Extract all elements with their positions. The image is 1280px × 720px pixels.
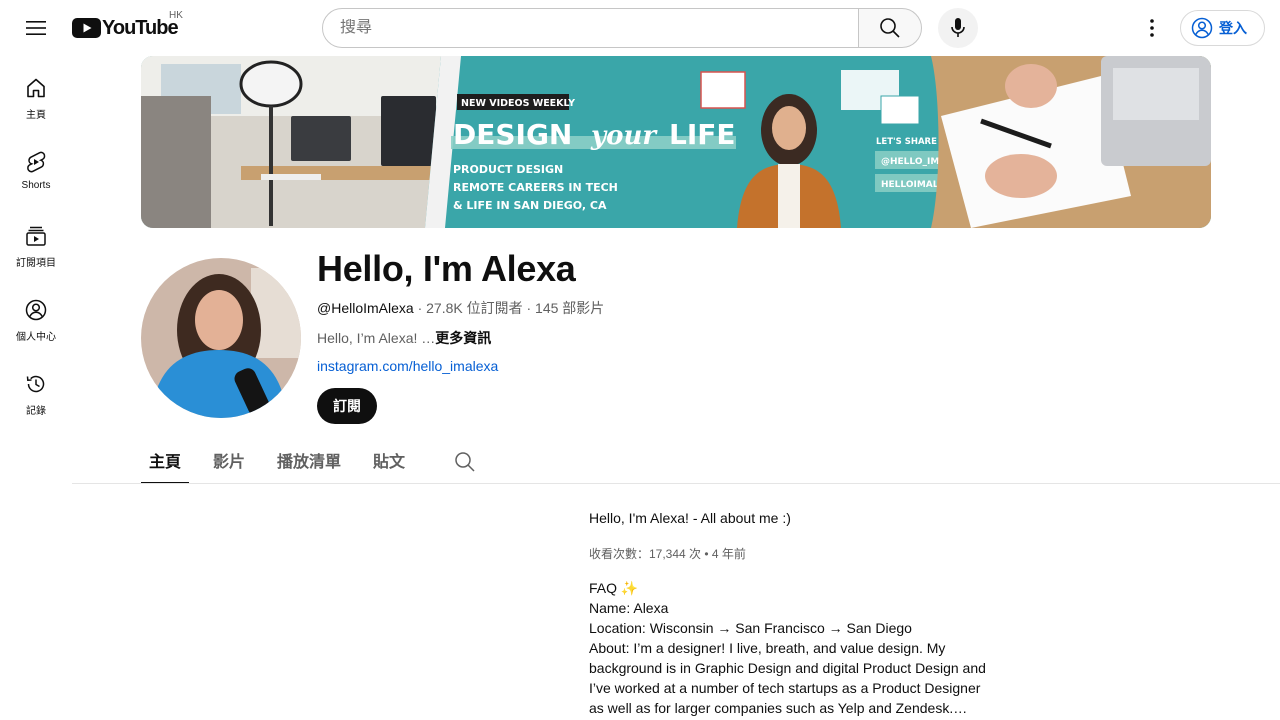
sign-in-label: 登入 [1219,20,1247,36]
banner-tag: NEW VIDEOS WEEKLY [461,98,575,109]
channel-external-link[interactable]: instagram.com/hello_imalexa [317,358,498,374]
featured-video-description[interactable]: FAQ ✨ Name: Alexa Location: Wisconsin → … [589,578,989,718]
description-line: About: I’m a designer! I live, breath, a… [589,640,946,656]
sidebar-item-history[interactable]: 記錄 [4,352,68,426]
channel-tabs: 主頁 影片 播放清單 貼文 [141,436,429,484]
youtube-logo[interactable]: YouTube HK [72,10,183,40]
sidebar-item-label: 記錄 [26,406,46,417]
subscriptions-icon [26,226,46,246]
channel-handle: @HelloImAlexa [317,300,414,316]
shorts-icon [27,151,46,173]
tab-playlists[interactable]: 播放清單 [269,436,349,484]
hamburger-icon [26,21,46,35]
region-code: HK [169,10,183,21]
search-icon [880,18,900,38]
microphone-icon [951,18,965,37]
banner-headline-design: DESIGN [453,118,572,151]
more-info-link[interactable]: 更多資訊 [435,330,491,346]
description-line: FAQ ✨ [589,580,639,596]
settings-more-button[interactable] [1132,8,1172,48]
channel-name: Hello, I'm Alexa [317,248,576,289]
sidebar-item-shorts[interactable]: Shorts [4,130,68,204]
search-button[interactable] [858,8,922,48]
sidebar-item-label: 訂閱項目 [16,258,56,269]
banner-line-2: REMOTE CAREERS IN TECH [453,181,618,194]
banner-line-3: & LIFE IN SAN DIEGO, CA [453,199,607,212]
channel-description[interactable]: Hello, I’m Alexa! …更多資訊 [317,328,491,348]
sidebar-item-subscriptions[interactable]: 訂閱項目 [4,204,68,278]
description-line: Name: Alexa [589,600,669,616]
sidebar-item-you[interactable]: 個人中心 [4,278,68,352]
channel-description-text: Hello, I’m Alexa! … [317,330,436,346]
sign-in-button[interactable]: 登入 [1180,10,1265,46]
banner-art: NEW VIDEOS WEEKLY DESIGN your LIFE PRODU… [141,56,1211,228]
tab-videos[interactable]: 影片 [205,436,253,484]
description-line: background is in Graphic Design and digi… [589,660,986,676]
search-box[interactable] [322,8,859,48]
logo-wordmark: YouTube [102,16,179,39]
youtube-play-icon [72,18,101,38]
guide-menu-button[interactable] [16,8,56,48]
search-input[interactable] [340,19,858,37]
banner-headline-your: your [590,121,658,151]
avatar-image [141,258,301,418]
subscribe-button[interactable]: 訂閱 [317,388,377,424]
sidebar-item-label: 主頁 [26,110,46,121]
channel-search-button[interactable] [452,449,478,475]
search-icon [455,452,475,472]
home-icon [27,78,45,98]
banner-line-1: PRODUCT DESIGN [453,163,563,176]
tab-posts[interactable]: 貼文 [365,436,413,484]
description-line: as well as for larger companies such as … [589,700,968,716]
banner-headline-life: LIFE [669,118,736,151]
history-icon [26,375,45,393]
description-line: I’ve worked at a number of tech startups… [589,680,981,696]
voice-search-button[interactable] [938,8,978,48]
description-line: Location: Wisconsin → San Francisco → Sa… [589,620,912,636]
sidebar-item-label: Shorts [21,180,51,191]
mini-guide-sidebar: 主頁 Shorts 訂閱項目 個人中心 記錄 [0,56,72,426]
channel-meta: @HelloImAlexa · 27.8K 位訂閱者 · 145 部影片 [317,298,604,318]
sidebar-item-label: 個人中心 [16,332,56,343]
channel-banner: NEW VIDEOS WEEKLY DESIGN your LIFE PRODU… [141,56,1211,228]
tab-home[interactable]: 主頁 [141,436,190,484]
featured-video-meta: 收看次數：17,344 次 • 4 年前 [589,547,746,561]
more-vertical-icon [1150,19,1154,37]
channel-stats: · 27.8K 位訂閱者 · 145 部影片 [413,300,605,316]
top-bar: YouTube HK 登入 [0,0,1280,56]
channel-avatar[interactable] [141,258,301,418]
featured-video-title[interactable]: Hello, I'm Alexa! - All about me :) [589,510,791,526]
you-icon [25,299,47,321]
account-icon [1191,17,1213,39]
tabs-divider [72,483,1280,484]
sidebar-item-home[interactable]: 主頁 [4,56,68,130]
